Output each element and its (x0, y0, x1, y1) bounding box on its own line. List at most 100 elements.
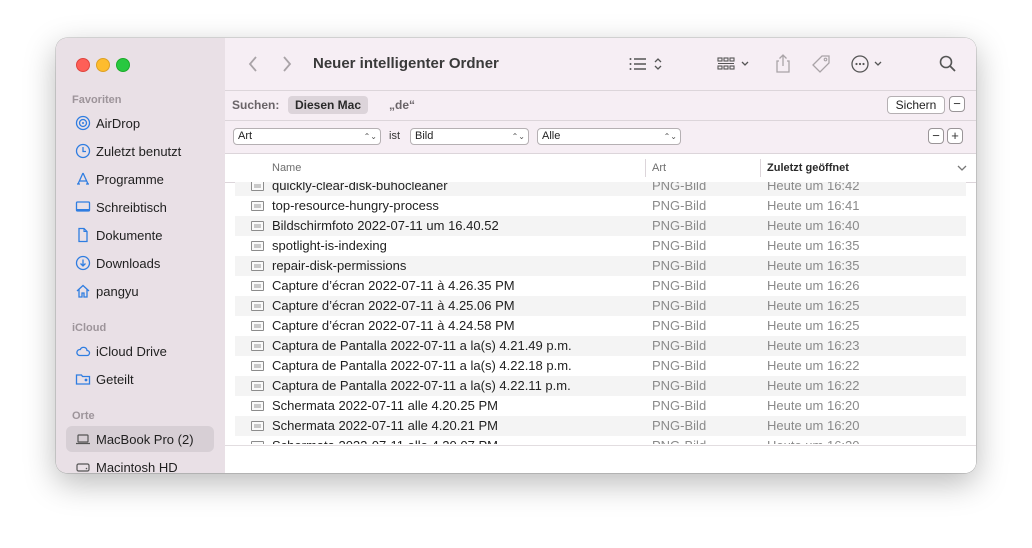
table-row[interactable]: top-resource-hungry-process PNG-Bild Heu… (235, 196, 966, 216)
scope-this-mac-button[interactable]: Diesen Mac (288, 96, 369, 114)
png-file-icon (251, 182, 264, 191)
file-kind: PNG-Bild (652, 258, 707, 273)
file-kind: PNG-Bild (652, 298, 707, 313)
share-icon (776, 54, 790, 73)
sidebar-item-label: Dokumente (96, 227, 163, 243)
chevron-updown-icon: ⌃⌄ (511, 132, 525, 141)
list-view-icon (629, 58, 662, 70)
status-bar (225, 445, 976, 473)
sidebar-item-shared[interactable]: Geteilt (66, 366, 214, 392)
close-window-button[interactable] (76, 58, 90, 72)
search-criteria-row: Art ⌃⌄ ist Bild ⌃⌄ Alle ⌃⌄ − + (225, 121, 976, 154)
png-file-icon (251, 301, 264, 311)
table-row[interactable]: quickly-clear-disk-buhocleaner PNG-Bild … (235, 182, 966, 196)
sidebar-item-icloud-drive[interactable]: iCloud Drive (66, 338, 214, 364)
sidebar-item-applications[interactable]: Programme (66, 166, 214, 192)
sidebar-item-macbook-pro[interactable]: MacBook Pro (2) (66, 426, 214, 452)
sidebar-item-home[interactable]: pangyu (66, 278, 214, 304)
table-row[interactable]: Schermata 2022-07-11 alle 4.20.21 PM PNG… (235, 416, 966, 436)
criteria-attribute-select[interactable]: Art ⌃⌄ (233, 128, 381, 145)
back-button[interactable] (243, 54, 263, 74)
table-row[interactable]: Captura de Pantalla 2022-07-11 a la(s) 4… (235, 376, 966, 396)
column-header-name[interactable]: Name (272, 162, 301, 174)
file-kind: PNG-Bild (652, 398, 707, 413)
sidebar-section-locations: Orte (72, 410, 95, 422)
laptop-icon (75, 431, 91, 447)
png-file-icon (251, 221, 264, 231)
table-row[interactable]: Schermata 2022-07-11 alle 4.20.25 PM PNG… (235, 396, 966, 416)
table-row[interactable]: repair-disk-permissions PNG-Bild Heute u… (235, 256, 966, 276)
scope-query-button[interactable]: „de“ (389, 98, 415, 112)
criteria-subvalue-text: Alle (542, 130, 561, 142)
table-row[interactable]: Captura de Pantalla 2022-07-11 a la(s) 4… (235, 356, 966, 376)
file-date: Heute um 16:42 (767, 182, 860, 193)
criteria-subvalue-select[interactable]: Alle ⌃⌄ (537, 128, 681, 145)
sidebar-item-documents[interactable]: Dokumente (66, 222, 214, 248)
file-name: Bildschirmfoto 2022-07-11 um 16.40.52 (272, 218, 499, 233)
sidebar-item-recents[interactable]: Zuletzt benutzt (66, 138, 214, 164)
zoom-window-button[interactable] (116, 58, 130, 72)
table-row[interactable]: Schermata 2022-07-11 alle 4.20.07 PM PNG… (235, 436, 966, 444)
chevron-updown-icon: ⌃⌄ (663, 132, 677, 141)
shared-folder-icon (75, 371, 91, 387)
sidebar-section-favorites: Favoriten (72, 94, 122, 106)
table-row[interactable]: Captura de Pantalla 2022-07-11 a la(s) 4… (235, 336, 966, 356)
remove-criteria-button[interactable]: − (928, 128, 944, 144)
file-name: Captura de Pantalla 2022-07-11 a la(s) 4… (272, 358, 572, 373)
sort-descending-icon[interactable] (957, 164, 967, 172)
share-button[interactable] (771, 52, 795, 76)
file-name: top-resource-hungry-process (272, 198, 439, 213)
sidebar-item-label: Geteilt (96, 371, 134, 387)
png-file-icon (251, 361, 264, 371)
png-file-icon (251, 281, 264, 291)
sidebar-item-label: pangyu (96, 283, 139, 299)
png-file-icon (251, 341, 264, 351)
table-row[interactable]: spotlight-is-indexing PNG-Bild Heute um … (235, 236, 966, 256)
minimize-window-button[interactable] (96, 58, 110, 72)
window-title: Neuer intelligenter Ordner (313, 55, 499, 72)
column-header-kind[interactable]: Art (652, 162, 666, 174)
clock-icon (75, 143, 91, 159)
table-row[interactable]: Bildschirmfoto 2022-07-11 um 16.40.52 PN… (235, 216, 966, 236)
disk-icon (75, 459, 91, 473)
png-file-icon (251, 441, 264, 444)
file-name: spotlight-is-indexing (272, 238, 387, 253)
file-name: Capture d’écran 2022-07-11 à 4.26.35 PM (272, 278, 515, 293)
file-kind: PNG-Bild (652, 218, 707, 233)
file-kind: PNG-Bild (652, 318, 707, 333)
file-kind: PNG-Bild (652, 198, 707, 213)
remove-search-button[interactable]: − (949, 96, 965, 112)
search-scope-bar: Suchen: Diesen Mac „de“ Sichern − (225, 91, 976, 121)
sidebar-item-downloads[interactable]: Downloads (66, 250, 214, 276)
view-options-button[interactable] (625, 53, 665, 75)
column-header-date[interactable]: Zuletzt geöffnet (767, 162, 849, 174)
group-button[interactable] (715, 53, 755, 75)
criteria-value-text: Bild (415, 130, 434, 142)
sidebar-item-airdrop[interactable]: AirDrop (66, 110, 214, 136)
table-row[interactable]: Capture d’écran 2022-07-11 à 4.25.06 PM … (235, 296, 966, 316)
column-divider[interactable] (645, 159, 646, 177)
png-file-icon (251, 421, 264, 431)
file-name: Schermata 2022-07-11 alle 4.20.07 PM (272, 436, 498, 444)
add-criteria-button[interactable]: + (947, 128, 963, 144)
table-row[interactable]: Capture d’écran 2022-07-11 à 4.24.58 PM … (235, 316, 966, 336)
search-button[interactable] (936, 52, 960, 76)
more-actions-button[interactable] (849, 52, 891, 76)
file-date: Heute um 16:22 (767, 378, 860, 393)
sidebar-item-macintosh-hd[interactable]: Macintosh HD (66, 454, 214, 473)
home-icon (75, 283, 91, 299)
tag-button[interactable] (809, 52, 833, 76)
column-divider[interactable] (760, 159, 761, 177)
table-row[interactable]: Capture d’écran 2022-07-11 à 4.26.35 PM … (235, 276, 966, 296)
criteria-value-select[interactable]: Bild ⌃⌄ (410, 128, 529, 145)
document-icon (75, 227, 91, 243)
sidebar-item-desktop[interactable]: Schreibtisch (66, 194, 214, 220)
save-search-button[interactable]: Sichern (887, 96, 945, 114)
file-name: quickly-clear-disk-buhocleaner (272, 182, 448, 193)
sidebar-item-label: Zuletzt benutzt (96, 143, 182, 159)
column-header-row: Name Art Zuletzt geöffnet (225, 154, 976, 183)
file-date: Heute um 16:20 (767, 436, 860, 444)
forward-button[interactable] (277, 54, 297, 74)
file-date: Heute um 16:41 (767, 198, 860, 213)
desktop-icon (75, 199, 91, 215)
